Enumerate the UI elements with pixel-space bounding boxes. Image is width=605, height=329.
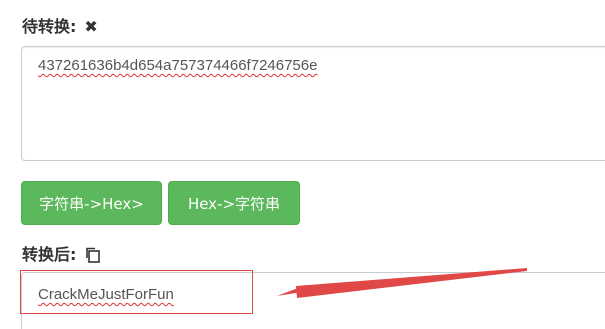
output-label-row: 转换后: — [22, 245, 102, 265]
input-label-row: 待转换: ✖ — [22, 17, 98, 37]
input-value: 437261636b4d654a757374466f7246756e — [38, 57, 318, 74]
input-textarea[interactable]: 437261636b4d654a757374466f7246756e — [21, 46, 605, 161]
output-label: 转换后: — [22, 245, 77, 264]
string-to-hex-button[interactable]: 字符串->Hex> — [21, 181, 162, 225]
close-icon[interactable]: ✖ — [84, 17, 97, 37]
hex-to-string-button[interactable]: Hex->字符串 — [168, 181, 300, 225]
output-value: CrackMeJustForFun — [38, 286, 174, 303]
input-label: 待转换: — [22, 17, 77, 36]
hex-converter-panel: 待转换: ✖ 437261636b4d654a757374466f7246756… — [0, 0, 605, 329]
copy-icon[interactable] — [84, 246, 102, 264]
output-textarea[interactable]: CrackMeJustForFun — [21, 272, 605, 329]
